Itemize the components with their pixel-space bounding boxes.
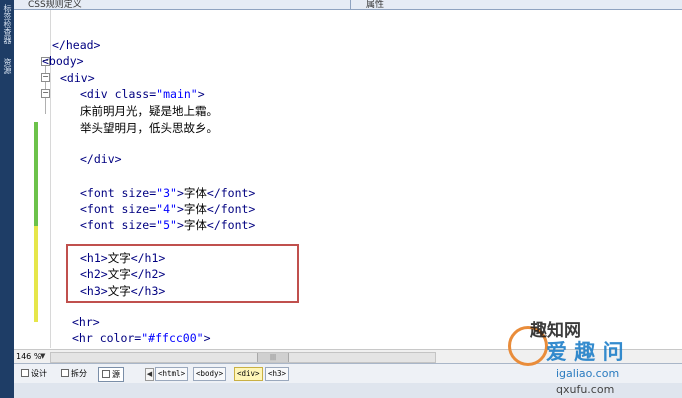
change-marker-modified	[34, 226, 38, 322]
code-line[interactable]: <div class="main">	[80, 87, 205, 101]
fold-collapse-icon[interactable]: −	[41, 89, 50, 98]
split-view-button[interactable]: 拆分	[58, 367, 90, 380]
fold-line	[45, 98, 46, 114]
fold-line	[45, 82, 46, 89]
code-view-label: 源	[112, 370, 120, 379]
design-icon	[21, 369, 29, 377]
watermark-text: 爱 趣 问	[546, 340, 624, 364]
tag-token: <hr color=	[72, 331, 142, 346]
code-line[interactable]: </div>	[80, 152, 122, 166]
tag-token: <div class=	[80, 86, 157, 101]
tag-token: <font size=	[80, 202, 157, 216]
code-line[interactable]: <hr>	[72, 315, 100, 329]
tag-token: <font size=	[80, 185, 157, 200]
text-content: 举头望明月，低头思故乡。	[80, 120, 218, 135]
tag-selector-html[interactable]: <html>	[155, 367, 189, 381]
nav-left-icon[interactable]: ◀	[145, 368, 154, 381]
tag-token: <div>	[60, 70, 95, 85]
tag-token: >	[197, 86, 205, 101]
split-view-label: 拆分	[71, 369, 87, 378]
attribute-value: "4"	[156, 202, 177, 216]
text-content: 床前明月光，疑是地上霜。	[80, 104, 218, 119]
code-line[interactable]: 举头望明月，低头思故乡。	[80, 120, 218, 136]
left-panel-strip[interactable]: 标签检查器 资源	[0, 0, 14, 398]
watermark-url: qxufu.com	[556, 383, 615, 396]
text-content: 字体	[183, 218, 207, 233]
code-line[interactable]: <hr color="#ffcc00">	[72, 331, 211, 345]
zoom-level[interactable]: 146 %	[16, 350, 41, 363]
highlight-box	[66, 244, 299, 303]
code-view-button[interactable]: 源	[98, 367, 124, 382]
tag-token: <body>	[42, 54, 84, 69]
chevron-down-icon[interactable]: ▼	[40, 350, 45, 363]
fold-collapse-icon[interactable]: −	[41, 73, 50, 82]
code-line[interactable]: <div>	[60, 71, 95, 85]
panel-tab-label[interactable]: 资源	[1, 58, 12, 74]
tag-token: </div>	[80, 152, 122, 167]
tag-token: </font>	[206, 218, 256, 233]
text-content: 字体	[183, 185, 207, 200]
code-line[interactable]: <font size="3">字体</font>	[80, 185, 255, 201]
attribute-value: "#ffcc00"	[141, 331, 204, 346]
watermark-url: igaliao.com	[556, 367, 620, 380]
panel-header-left[interactable]: CSS规则定义	[28, 0, 82, 10]
code-line[interactable]: <font size="5">字体</font>	[80, 217, 255, 233]
tag-token: >	[176, 185, 184, 200]
tag-token: >	[203, 331, 211, 346]
panel-header: CSS规则定义 属性	[14, 0, 682, 10]
attribute-value: "3"	[156, 185, 177, 200]
scrollbar-track[interactable]: |||	[50, 352, 436, 363]
code-line[interactable]: </head>	[52, 38, 100, 52]
watermark-logo: 趣知网 爱 趣 问 igaliao.com qxufu.com	[500, 316, 672, 398]
tag-token: <font size=	[80, 218, 157, 233]
divider	[350, 0, 351, 9]
design-view-button[interactable]: 设计	[18, 367, 50, 380]
panel-header-right[interactable]: 属性	[366, 0, 384, 10]
code-line[interactable]: <body>	[42, 54, 84, 68]
scrollbar-thumb[interactable]: |||	[257, 353, 289, 362]
panel-tab-label[interactable]: 标签检查器	[1, 4, 12, 44]
tag-token: </head>	[52, 38, 101, 52]
tag-token: >	[176, 202, 184, 216]
tag-selector-body[interactable]: <body>	[193, 367, 227, 381]
code-line[interactable]: 床前明月光，疑是地上霜。	[80, 103, 218, 119]
change-marker-added	[34, 122, 38, 226]
tag-token: <hr>	[72, 315, 100, 330]
code-line[interactable]: <font size="4">字体</font>	[80, 201, 255, 217]
code-icon	[102, 370, 110, 378]
design-view-label: 设计	[31, 369, 47, 378]
tag-selector-h3[interactable]: <h3>	[265, 367, 290, 381]
tag-token: </font>	[206, 202, 256, 216]
tag-token: </font>	[206, 185, 256, 200]
tag-token: >	[176, 218, 184, 233]
split-icon	[61, 369, 69, 377]
attribute-value: "5"	[156, 218, 177, 233]
tag-selector-div[interactable]: <div>	[234, 367, 263, 381]
attribute-value: "main"	[156, 86, 198, 101]
text-content: 字体	[183, 202, 207, 216]
